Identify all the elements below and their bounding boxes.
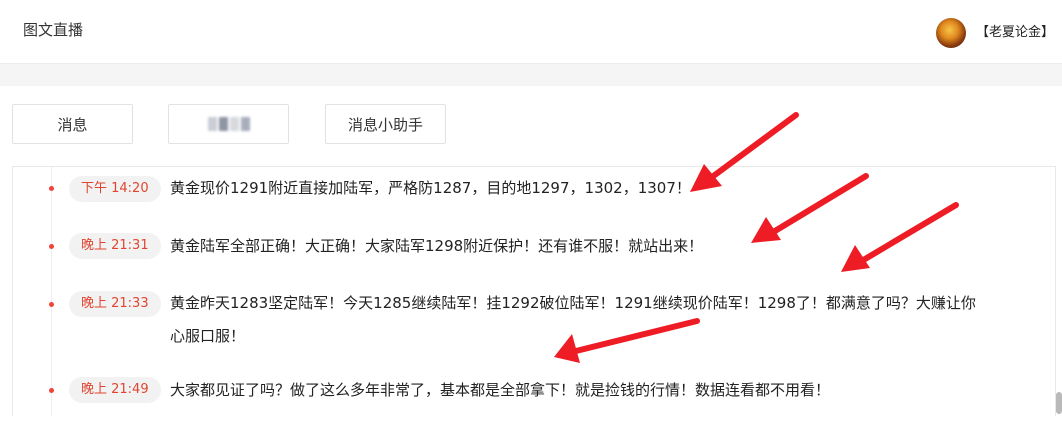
tab-messages[interactable]: 消息 (12, 104, 133, 144)
user-info[interactable]: 【老夏论金】 (935, 18, 1054, 48)
timeline-dot (49, 186, 54, 191)
time-badge: 晚上 21:49 (69, 377, 161, 403)
message-text-line-1: 黄金昨天1283坚定陆军！今天1285继续陆军！挂1292破位陆军！1291继续… (170, 294, 976, 312)
time-badge: 晚上 21:33 (69, 291, 161, 317)
scrollbar-thumb[interactable] (1056, 392, 1062, 414)
message-text-line-2: 心服口服！ (170, 327, 246, 345)
timeline-dot (49, 302, 54, 307)
timeline-dot (49, 244, 54, 249)
time-badge: 晚上 21:31 (69, 233, 161, 259)
tab-blurred-name[interactable] (168, 104, 289, 144)
top-bar: 图文直播 【老夏论金】 (0, 0, 1062, 64)
blurred-name-text (207, 117, 251, 131)
timeline-dot (49, 388, 54, 393)
timeline-line (51, 167, 52, 416)
message-text: 黄金陆军全部正确！大正确！大家陆军1298附近保护！还有谁不服！就站出来！ (170, 237, 704, 255)
tab-message-assistant[interactable]: 消息小助手 (325, 104, 446, 144)
page-title: 图文直播 (23, 21, 84, 39)
message-text: 黄金现价1291附近直接加陆军，严格防1287，目的地1297，1302，130… (170, 179, 691, 197)
time-badge: 下午 14:20 (69, 176, 161, 202)
avatar[interactable] (935, 18, 966, 48)
header-divider-band (0, 64, 1062, 86)
user-name[interactable]: 【老夏论金】 (976, 23, 1054, 43)
message-text: 大家都见证了吗？做了这么多年非常了，基本都是全部拿下！就是捡钱的行情！数据连看都… (170, 381, 831, 399)
live-feed[interactable]: 下午 14:20 黄金现价1291附近直接加陆军，严格防1287，目的地1297… (12, 166, 1056, 416)
